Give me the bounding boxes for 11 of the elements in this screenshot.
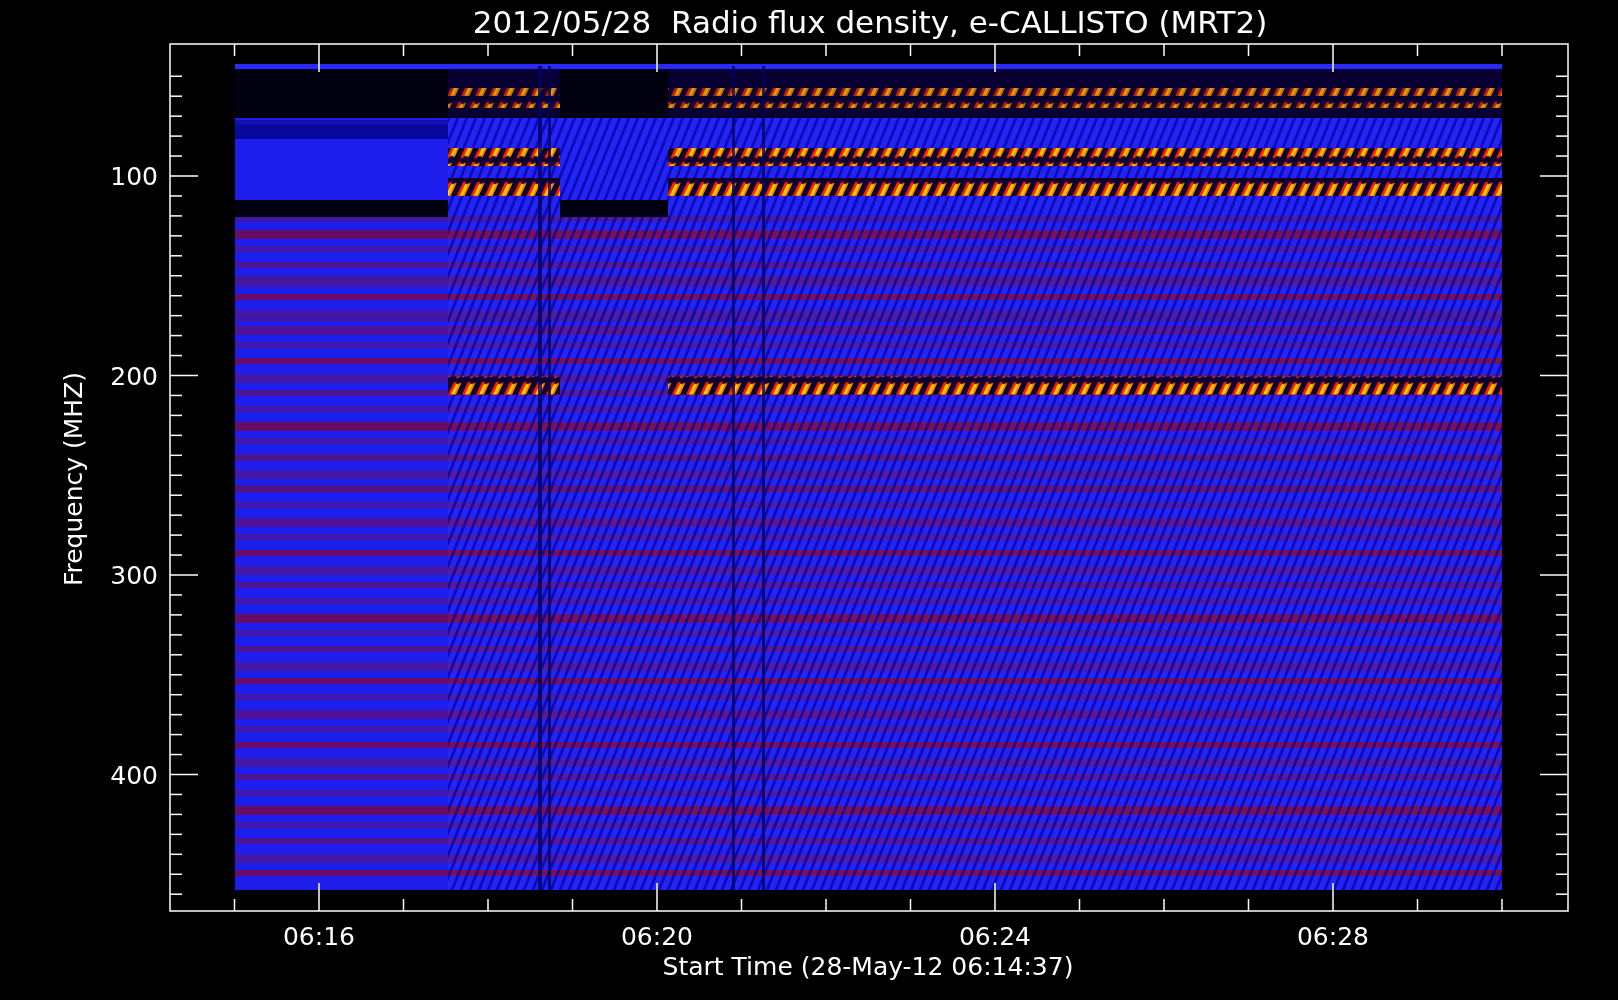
x-tick-label: 06:28: [1297, 922, 1369, 951]
chart-title: 2012/05/28 Radio flux density, e-CALLISTO (MRT2): [472, 4, 1268, 40]
x-axis-title: Start Time (28-May-12 06:14:37): [662, 952, 1074, 981]
y-tick-label: 100: [110, 162, 158, 191]
x-tick-label: 06:24: [959, 922, 1031, 951]
x-tick-label: 06:16: [283, 922, 355, 951]
y-tick-label: 300: [110, 561, 158, 590]
y-tick-label: 400: [110, 760, 158, 790]
x-tick-label: 06:20: [621, 922, 693, 951]
y-axis-title: Frequency (MHZ): [59, 371, 88, 587]
y-tick-label: 200: [110, 361, 158, 391]
